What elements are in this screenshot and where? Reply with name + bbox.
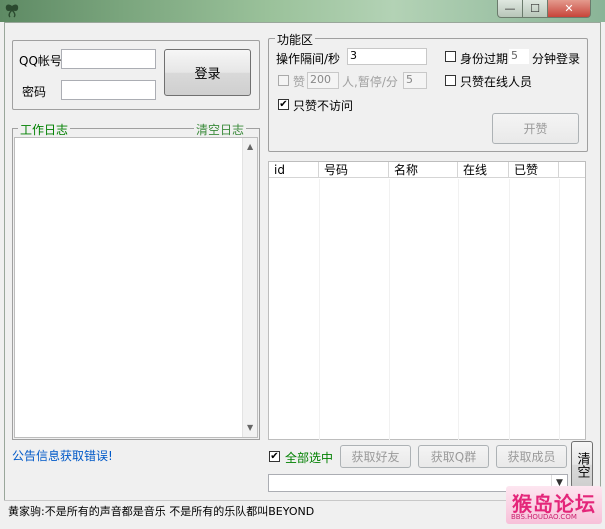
column-header-number[interactable]: 号码 (319, 162, 389, 178)
qq-account-label: QQ帐号 (19, 54, 62, 68)
close-button[interactable]: ✕ (547, 0, 591, 18)
column-header-online[interactable]: 在线 (458, 162, 509, 178)
expire-minutes-input[interactable]: 5 (508, 48, 530, 65)
scroll-up-icon[interactable]: ▲ (247, 142, 253, 151)
pause-label: 人,暂停/分 (342, 75, 398, 89)
column-divider (509, 179, 510, 440)
clear-button[interactable]: 清空 (571, 441, 593, 488)
like-count-input[interactable]: 200 (307, 72, 339, 89)
column-divider (559, 179, 560, 440)
no-visit-checkbox[interactable]: ✔ (278, 99, 289, 110)
column-divider (389, 179, 390, 440)
user-table[interactable]: id 号码 名称 在线 已赞 (268, 161, 586, 440)
online-only-label: 只赞在线人员 (460, 75, 533, 89)
qq-account-input[interactable] (61, 49, 156, 69)
column-divider (458, 179, 459, 440)
column-header-name[interactable]: 名称 (389, 162, 458, 178)
column-header-liked[interactable]: 已赞 (509, 162, 559, 178)
get-members-button[interactable]: 获取成员 (496, 445, 567, 468)
password-label: 密码 (22, 85, 47, 99)
expire-checkbox[interactable] (445, 51, 456, 62)
select-all-checkbox[interactable]: ✔ (269, 451, 280, 462)
clear-log-link[interactable]: 清空日志 (194, 121, 247, 138)
online-only-checkbox[interactable] (445, 75, 456, 86)
interval-input[interactable]: 3 (347, 48, 427, 65)
get-groups-button[interactable]: 获取Q群 (418, 445, 489, 468)
log-textarea[interactable] (14, 137, 258, 438)
column-header-id[interactable]: id (269, 162, 319, 178)
column-header-filler (559, 162, 585, 178)
notice-text: 公告信息获取错误! (12, 449, 113, 463)
watermark-url: BBS.HOUDAO.COM (511, 513, 577, 521)
minimize-button[interactable]: — (497, 0, 523, 18)
pause-minutes-input[interactable]: 5 (403, 72, 427, 89)
like-limit-checkbox[interactable] (278, 75, 289, 86)
log-title: 工作日志 (18, 121, 71, 138)
function-panel-title: 功能区 (275, 31, 316, 48)
login-button[interactable]: 登录 (164, 49, 251, 96)
scroll-down-icon[interactable]: ▼ (247, 423, 253, 432)
password-input[interactable] (61, 80, 156, 100)
expire-label-post: 分钟登录 (532, 52, 581, 66)
butterfly-icon (5, 4, 19, 18)
no-visit-label: 只赞不访问 (293, 99, 354, 113)
log-scrollbar[interactable]: ▲ ▼ (242, 138, 257, 437)
column-divider (319, 179, 320, 440)
select-all-label: 全部选中 (285, 451, 334, 465)
start-like-button[interactable]: 开赞 (492, 113, 579, 144)
expire-label-pre: 身份过期 (460, 52, 509, 66)
like-label: 赞 (293, 75, 306, 89)
maximize-button[interactable]: ☐ (522, 0, 548, 18)
status-text: 黄家驹:不是所有的声音都是音乐 不是所有的乐队都叫BEYOND (8, 505, 315, 518)
interval-label: 操作隔间/秒 (276, 52, 341, 66)
get-friends-button[interactable]: 获取好友 (340, 445, 411, 468)
